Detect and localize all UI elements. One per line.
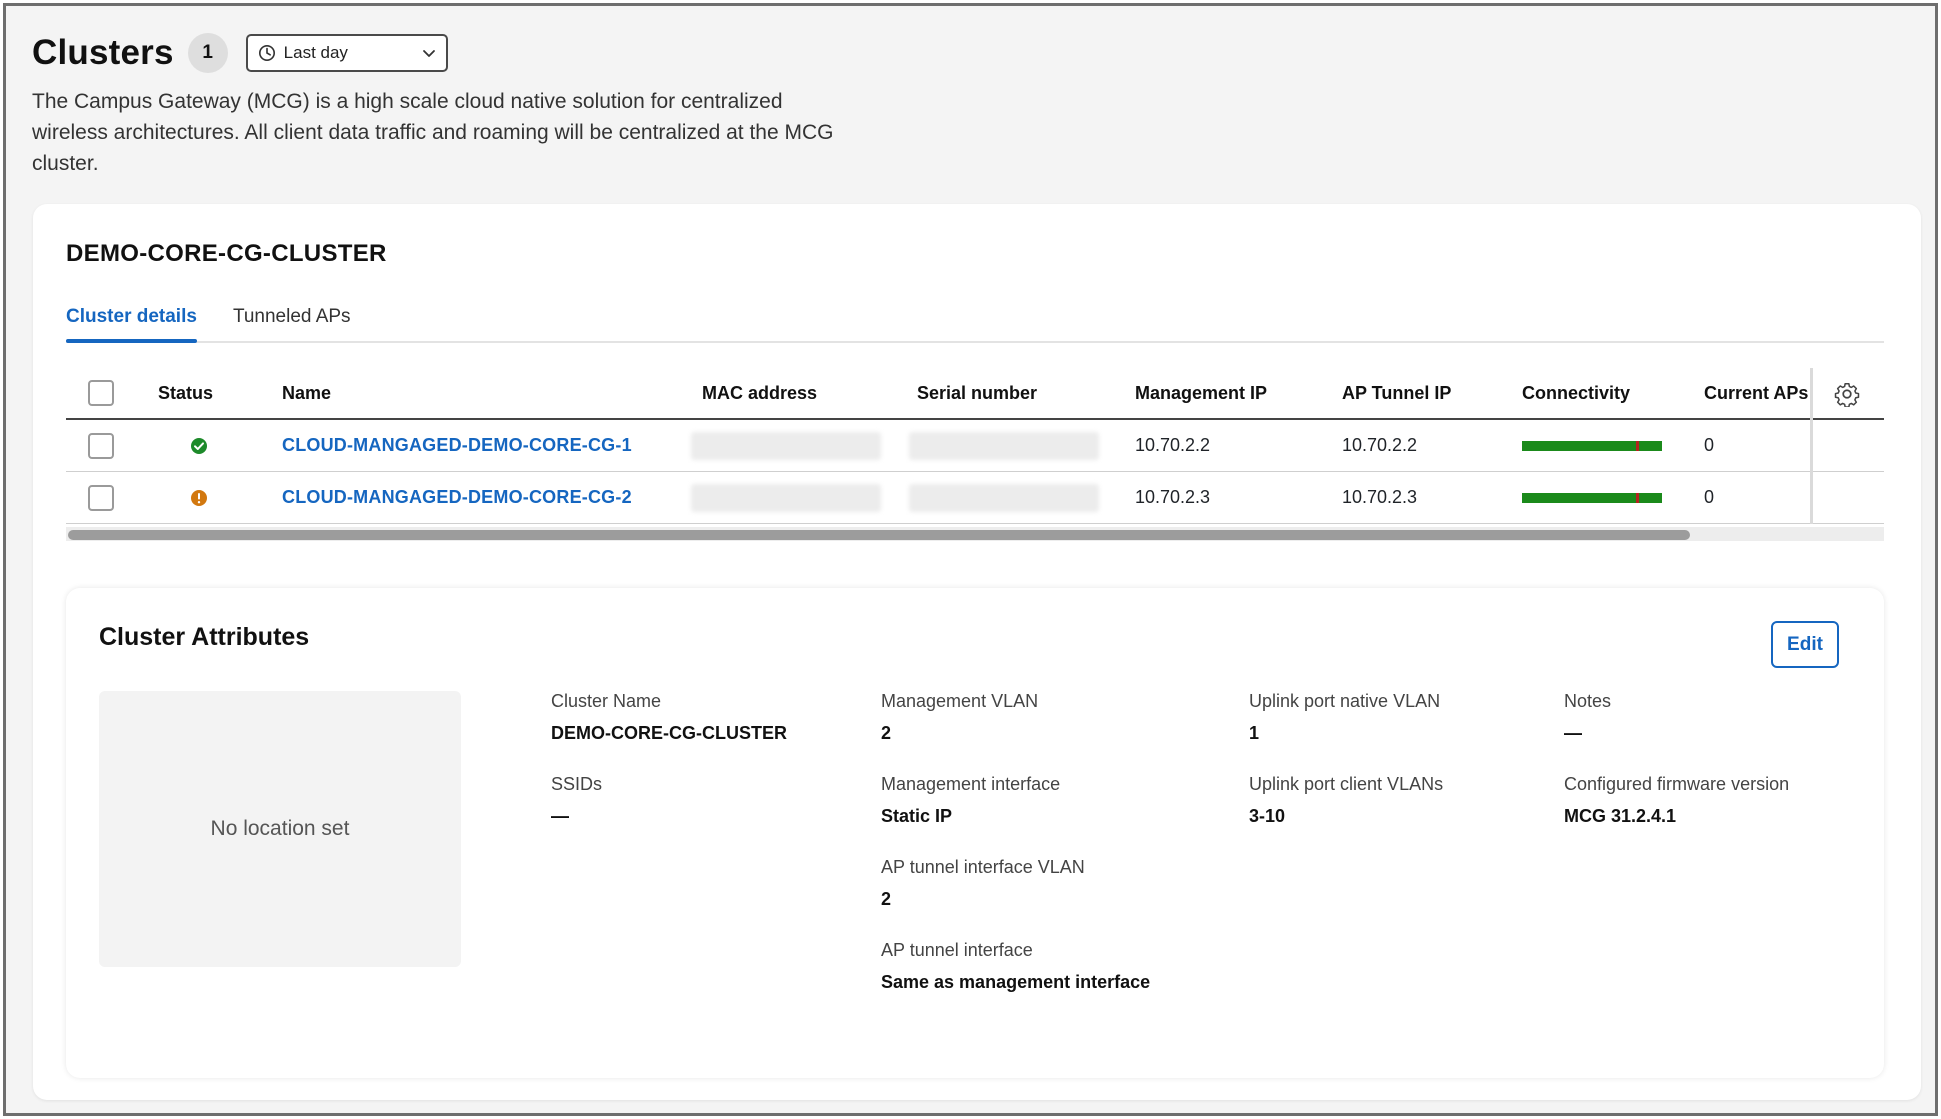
- current-aps-value: 0: [1704, 487, 1715, 507]
- redacted-serial-number: [909, 431, 1099, 460]
- ap-tunnel-ip: 10.70.2.2: [1342, 435, 1418, 455]
- connectivity-issue-marker: [1636, 440, 1639, 451]
- column-header-current-aps[interactable]: Current APs: [1704, 383, 1812, 404]
- table-row[interactable]: CLOUD-MANGAGED-DEMO-CORE-CG-2 10.70.2.3 …: [66, 472, 1884, 524]
- pinned-column-divider: [1810, 368, 1813, 524]
- page-title: Clusters: [32, 33, 174, 72]
- page-description: The Campus Gateway (MCG) is a high scale…: [32, 90, 834, 175]
- time-range-select[interactable]: Last day: [245, 34, 448, 72]
- attr-ap-tunnel-vlan: AP tunnel interface VLAN 2: [881, 857, 1085, 910]
- no-location-text: No location set: [210, 817, 350, 840]
- table-header-row: Status Name MAC address Serial number Ma…: [66, 368, 1884, 420]
- column-header-mgmt-ip[interactable]: Management IP: [1135, 383, 1267, 404]
- redacted-mac-address: [691, 431, 881, 460]
- attr-uplink-client-vlans: Uplink port client VLANs 3-10: [1249, 774, 1443, 827]
- attr-value: Same as management interface: [881, 972, 1151, 992]
- attr-value: 1: [1249, 723, 1260, 743]
- cluster-tabs: Cluster details Tunneled APs: [66, 300, 1884, 343]
- attr-uplink-native-vlan: Uplink port native VLAN 1: [1249, 691, 1440, 744]
- cluster-node-link[interactable]: CLOUD-MANGAGED-DEMO-CORE-CG-2: [282, 487, 632, 508]
- attr-label: Uplink port client VLANs: [1249, 774, 1444, 794]
- attr-label: Management VLAN: [881, 691, 1039, 711]
- attr-label: Cluster Name: [551, 691, 662, 711]
- column-header-tunnel-ip[interactable]: AP Tunnel IP: [1342, 383, 1451, 404]
- attr-label: AP tunnel interface VLAN: [881, 857, 1085, 877]
- row-checkbox[interactable]: [88, 484, 114, 511]
- tab-tunneled-aps[interactable]: Tunneled APs: [233, 300, 351, 341]
- cluster-count-badge: 1: [187, 33, 228, 73]
- column-header-connectivity[interactable]: Connectivity: [1522, 383, 1630, 404]
- redacted-serial-number: [909, 483, 1099, 512]
- connectivity-bar: [1522, 440, 1662, 451]
- attr-value: 2: [881, 889, 892, 909]
- cluster-attributes-panel: Cluster Attributes Edit No location set …: [66, 588, 1884, 1078]
- attr-label: SSIDs: [551, 774, 603, 794]
- management-ip: 10.70.2.2: [1135, 435, 1211, 455]
- cluster-attributes-title: Cluster Attributes: [99, 623, 310, 651]
- attr-value: —: [1564, 723, 1582, 743]
- attr-label: Uplink port native VLAN: [1249, 691, 1441, 711]
- attr-label: Management interface: [881, 774, 1061, 794]
- attr-label: Configured firmware version: [1564, 774, 1790, 794]
- horizontal-scrollbar-thumb[interactable]: [68, 530, 1690, 540]
- column-header-serial[interactable]: Serial number: [917, 383, 1037, 404]
- edit-button[interactable]: Edit: [1771, 621, 1839, 668]
- cluster-card: DEMO-CORE-CG-CLUSTER Cluster details Tun…: [33, 204, 1921, 1100]
- warning-status-icon: [191, 489, 207, 506]
- select-all-checkbox[interactable]: [88, 380, 114, 406]
- healthy-status-icon: [191, 437, 207, 454]
- row-checkbox[interactable]: [88, 432, 114, 459]
- attr-value: 2: [881, 723, 892, 743]
- current-aps-value: 0: [1704, 435, 1715, 455]
- location-map-placeholder: No location set: [99, 691, 461, 967]
- attr-value: Static IP: [881, 806, 953, 826]
- attr-management-interface: Management interface Static IP: [881, 774, 1060, 827]
- connectivity-bar: [1522, 492, 1662, 503]
- cluster-table: Status Name MAC address Serial number Ma…: [66, 368, 1884, 541]
- clock-icon: [258, 44, 275, 62]
- page-header: Clusters 1 Last day The Campus Gateway (…: [32, 32, 852, 179]
- attr-label: Notes: [1564, 691, 1612, 711]
- attr-management-vlan: Management VLAN 2: [881, 691, 1038, 744]
- gear-icon[interactable]: [1834, 381, 1860, 407]
- app-frame: Clusters 1 Last day The Campus Gateway (…: [3, 3, 1938, 1116]
- attr-label: AP tunnel interface: [881, 940, 1033, 960]
- attr-cluster-name: Cluster Name DEMO-CORE-CG-CLUSTER: [551, 691, 787, 744]
- title-row: Clusters 1 Last day: [32, 32, 852, 74]
- ap-tunnel-ip: 10.70.2.3: [1342, 487, 1418, 507]
- time-range-label: Last day: [283, 43, 348, 62]
- redacted-mac-address: [691, 483, 881, 512]
- chevron-down-icon: [422, 50, 435, 57]
- attr-value: DEMO-CORE-CG-CLUSTER: [551, 723, 787, 743]
- connectivity-issue-marker: [1636, 492, 1639, 503]
- cluster-node-link[interactable]: CLOUD-MANGAGED-DEMO-CORE-CG-1: [282, 435, 632, 456]
- cluster-name-heading: DEMO-CORE-CG-CLUSTER: [66, 240, 387, 267]
- attr-firmware-version: Configured firmware version MCG 31.2.4.1: [1564, 774, 1789, 827]
- attr-ssids: SSIDs —: [551, 774, 602, 827]
- column-header-status[interactable]: Status: [158, 383, 213, 404]
- attr-value: 3-10: [1249, 806, 1286, 826]
- column-header-name[interactable]: Name: [282, 383, 331, 404]
- attr-value: MCG 31.2.4.1: [1564, 806, 1677, 826]
- column-header-mac[interactable]: MAC address: [702, 383, 817, 404]
- table-row[interactable]: CLOUD-MANGAGED-DEMO-CORE-CG-1 10.70.2.2 …: [66, 420, 1884, 472]
- attr-ap-tunnel-interface: AP tunnel interface Same as management i…: [881, 940, 1150, 993]
- management-ip: 10.70.2.3: [1135, 487, 1211, 507]
- attr-notes: Notes —: [1564, 691, 1611, 744]
- attr-value: —: [551, 806, 569, 826]
- tab-cluster-details[interactable]: Cluster details: [66, 300, 197, 343]
